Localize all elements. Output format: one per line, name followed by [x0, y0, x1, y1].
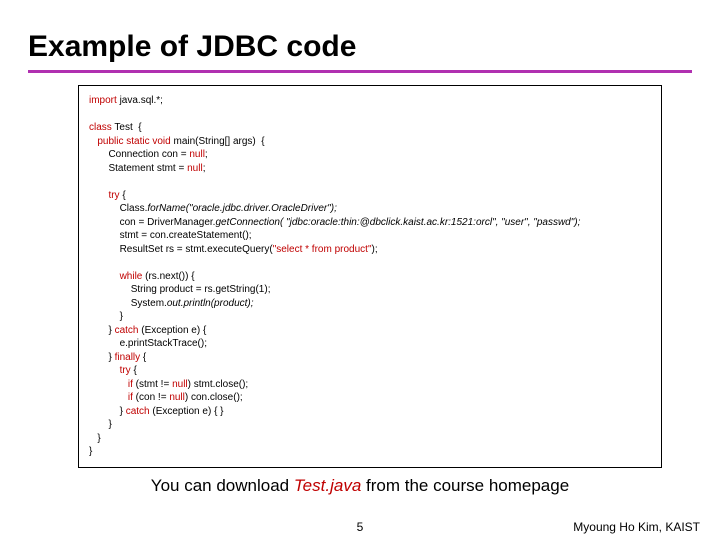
code-text: System. [131, 298, 167, 309]
caption-pre: You can download [151, 476, 294, 495]
code-text: ) stmt.close(); [188, 379, 249, 390]
code-text: (con != [133, 392, 169, 403]
code-text: { [120, 190, 126, 201]
code-text: } [97, 433, 100, 444]
caption-filename: Test.java [294, 476, 361, 495]
code-text: ); [372, 244, 378, 255]
code-text: Connection con = [108, 149, 189, 160]
kw-finally: finally [115, 352, 141, 363]
kw-while: while [120, 271, 143, 282]
code-text: ; [203, 163, 206, 174]
code-text: ) con.close(); [185, 392, 243, 403]
caption: You can download Test.java from the cour… [28, 476, 692, 496]
code-text: (Exception e) { } [150, 406, 224, 417]
kw-class: class [89, 122, 112, 133]
page-number: 5 [357, 520, 364, 534]
code-italic: getConnection( "jdbc:oracle:thin:@dbclic… [215, 217, 580, 228]
title-underline [28, 70, 692, 73]
code-text: (stmt != [133, 379, 172, 390]
code-text: Test { [112, 122, 142, 133]
kw-publicstaticvoid: public static void [97, 136, 170, 147]
code-text: ResultSet rs = stmt.executeQuery( [120, 244, 273, 255]
kw-null: null [187, 163, 203, 174]
kw-catch: catch [115, 325, 139, 336]
sql-string: "select * from product" [273, 244, 372, 255]
code-text: String product = rs.getString(1); [131, 284, 271, 295]
code-text: ; [205, 149, 208, 160]
caption-post: from the course homepage [361, 476, 569, 495]
code-text: } [108, 419, 111, 430]
kw-import: import [89, 95, 117, 106]
code-italic: forName("oracle.jdbc.driver.OracleDriver… [147, 203, 337, 214]
author-credit: Myoung Ho Kim, KAIST [573, 520, 700, 534]
code-block: import java.sql.*; class Test { public s… [78, 85, 662, 468]
code-text: con = DriverManager. [120, 217, 216, 228]
code-text: e.printStackTrace(); [120, 338, 207, 349]
code-text: stmt = con.createStatement(); [120, 230, 252, 241]
code-text: Class. [120, 203, 148, 214]
kw-null: null [172, 379, 188, 390]
slide-title: Example of JDBC code [28, 30, 692, 64]
kw-null: null [169, 392, 185, 403]
code-italic: out.println(product); [167, 298, 254, 309]
code-text: } [89, 446, 92, 457]
code-text: java.sql.*; [117, 95, 163, 106]
kw-catch: catch [126, 406, 150, 417]
code-text: (Exception e) { [138, 325, 206, 336]
code-text: main(String[] args) { [171, 136, 265, 147]
kw-try: try [120, 365, 131, 376]
code-text: { [131, 365, 137, 376]
code-text: Statement stmt = [108, 163, 187, 174]
code-text: } [120, 311, 123, 322]
code-text: (rs.next()) { [142, 271, 194, 282]
kw-try: try [108, 190, 119, 201]
kw-null: null [189, 149, 205, 160]
code-text: { [140, 352, 146, 363]
